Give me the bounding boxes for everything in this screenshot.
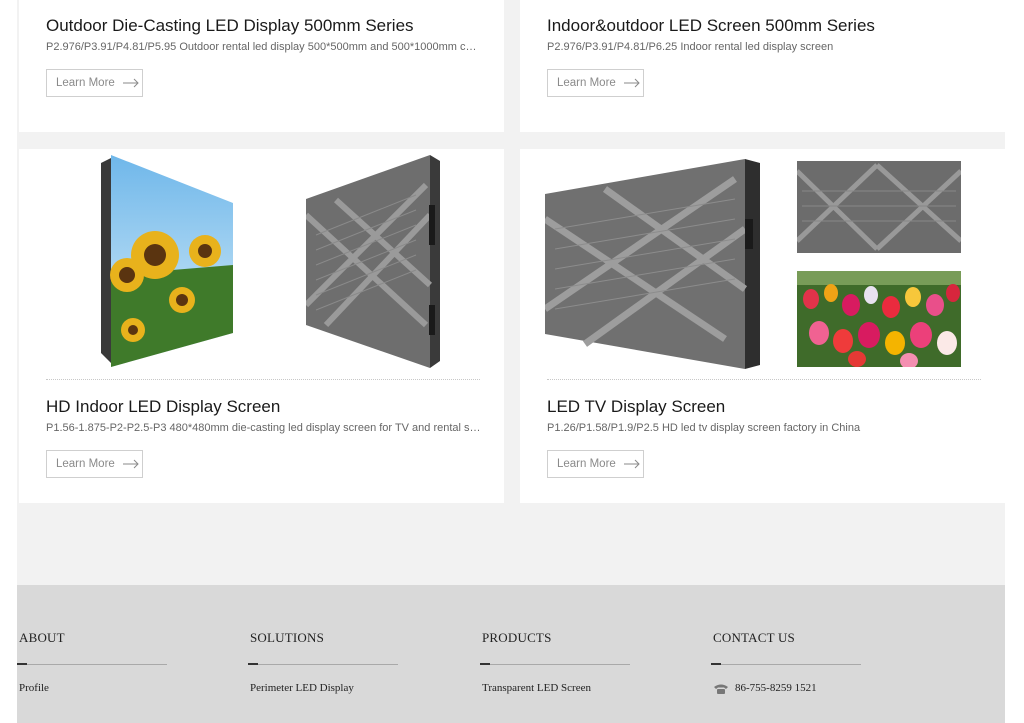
learn-more-button[interactable]: Learn More <box>46 450 143 478</box>
product-grid-section: Outdoor Die-Casting LED Display 500mm Se… <box>17 0 1005 723</box>
learn-more-label: Learn More <box>56 458 115 470</box>
learn-more-label: Learn More <box>557 77 616 89</box>
product-card: LED TV Display Screen P1.26/P1.58/P1.9/P… <box>520 149 1005 503</box>
divider <box>46 379 480 380</box>
footer-divider <box>480 664 630 665</box>
product-description: P2.976/P3.91/P4.81/P6.25 Indoor rental l… <box>547 41 834 53</box>
phone-number: 86-755-8259 1521 <box>735 682 817 694</box>
product-title[interactable]: Outdoor Die-Casting LED Display 500mm Se… <box>46 16 414 36</box>
footer-link-label: Perimeter LED Display <box>250 682 354 694</box>
footer-divider-accent <box>248 663 258 665</box>
learn-more-button[interactable]: Learn More <box>46 69 143 97</box>
product-image[interactable] <box>306 155 442 368</box>
arrow-right-icon <box>623 78 640 88</box>
footer-phone[interactable]: 86-755-8259 1521 <box>713 682 817 694</box>
footer-link-label: Transparent LED Screen <box>482 682 591 694</box>
product-card: Indoor&outdoor LED Screen 500mm Series P… <box>520 0 1005 132</box>
footer-divider-accent <box>17 663 27 665</box>
footer-divider <box>17 664 167 665</box>
arrow-right-icon <box>122 459 139 469</box>
divider <box>547 379 981 380</box>
product-title[interactable]: Indoor&outdoor LED Screen 500mm Series <box>547 16 875 36</box>
footer-divider <box>248 664 398 665</box>
product-image[interactable] <box>97 155 237 368</box>
footer-link[interactable]: Profile <box>19 682 49 694</box>
footer-divider <box>711 664 861 665</box>
product-image[interactable] <box>797 271 961 367</box>
footer-heading[interactable]: PRODUCTS <box>482 630 552 646</box>
learn-more-button[interactable]: Learn More <box>547 69 644 97</box>
product-title[interactable]: LED TV Display Screen <box>547 397 725 417</box>
footer-heading[interactable]: CONTACT US <box>713 630 795 646</box>
footer-link[interactable]: Perimeter LED Display <box>250 682 354 694</box>
arrow-right-icon <box>122 78 139 88</box>
learn-more-label: Learn More <box>56 77 115 89</box>
product-title[interactable]: HD Indoor LED Display Screen <box>46 397 280 417</box>
product-description: P2.976/P3.91/P4.81/P5.95 Outdoor rental … <box>46 41 481 53</box>
footer-link-label: Profile <box>19 682 49 694</box>
product-card: HD Indoor LED Display Screen P1.56-1.875… <box>19 149 504 503</box>
phone-icon <box>714 684 728 694</box>
footer-heading[interactable]: ABOUT <box>19 630 65 646</box>
learn-more-button[interactable]: Learn More <box>547 450 644 478</box>
footer-link[interactable]: Transparent LED Screen <box>482 682 591 694</box>
product-image[interactable] <box>797 161 961 253</box>
product-card: Outdoor Die-Casting LED Display 500mm Se… <box>19 0 504 132</box>
site-footer: ABOUT Profile SOLUTIONS Perimeter LED Di… <box>17 585 1005 723</box>
footer-divider-accent <box>480 663 490 665</box>
arrow-right-icon <box>623 459 640 469</box>
product-description: P1.26/P1.58/P1.9/P2.5 HD led tv display … <box>547 422 861 434</box>
learn-more-label: Learn More <box>557 458 616 470</box>
product-image[interactable] <box>545 159 765 369</box>
product-description: P1.56-1.875-P2-P2.5-P3 480*480mm die-cas… <box>46 422 481 434</box>
footer-divider-accent <box>711 663 721 665</box>
footer-heading[interactable]: SOLUTIONS <box>250 630 324 646</box>
